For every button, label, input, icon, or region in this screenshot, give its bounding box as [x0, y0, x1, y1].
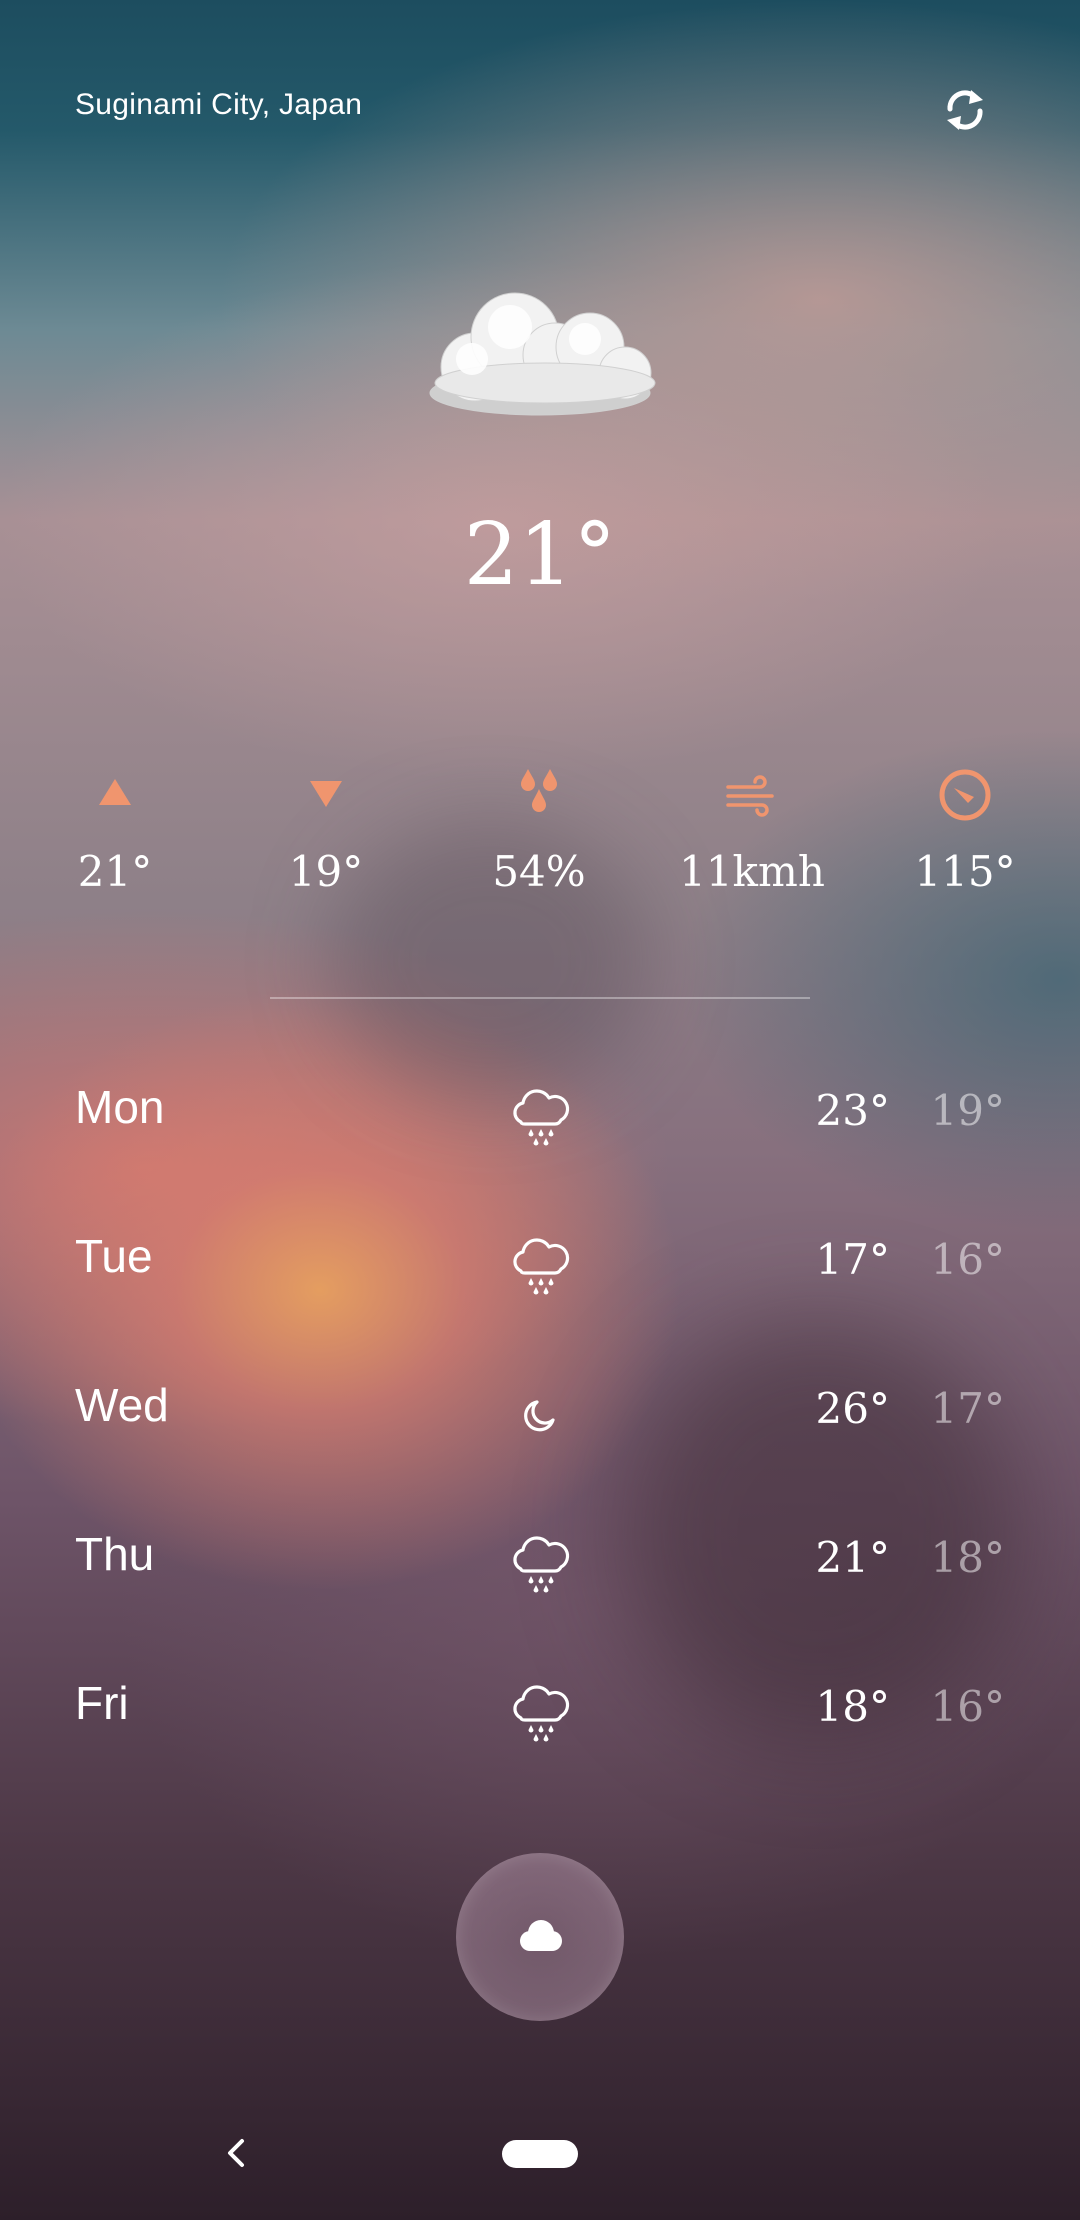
forecast-high: 18°	[815, 1682, 890, 1731]
forecast-day: Mon	[75, 1081, 165, 1133]
triangle-down-icon	[310, 781, 342, 807]
stat-low-temp: 19°	[241, 765, 411, 896]
forecast-high: 21°	[815, 1533, 890, 1582]
rain-cloud-icon	[513, 1685, 570, 1742]
cloud-icon	[429, 292, 656, 416]
back-chevron-icon	[228, 2139, 244, 2167]
forecast-row: Tue 17° 16°	[0, 1209, 1080, 1329]
compass-icon	[939, 769, 991, 821]
forecast-high: 17°	[815, 1235, 890, 1284]
refresh-button[interactable]	[937, 82, 993, 138]
current-weather-cloud-icon	[410, 275, 670, 435]
forecast-row: Fri 18° 16°	[0, 1656, 1080, 1776]
rain-cloud-icon	[513, 1238, 570, 1295]
stat-value: 21°	[77, 847, 153, 896]
rain-cloud-icon	[513, 1089, 570, 1146]
refresh-icon	[947, 90, 983, 130]
forecast-row: Wed 26° 17°	[0, 1358, 1080, 1478]
current-temperature: 21°	[463, 505, 617, 605]
forecast-low: 16°	[930, 1682, 1005, 1731]
rain-cloud-icon	[513, 1536, 570, 1593]
forecast-low: 17°	[930, 1384, 1005, 1433]
stat-value: 115°	[914, 847, 1016, 896]
stat-value: 11kmh	[679, 847, 825, 896]
back-button[interactable]	[218, 2133, 254, 2173]
forecast-day: Fri	[75, 1677, 129, 1729]
wind-icon	[726, 775, 774, 817]
triangle-up-icon	[99, 779, 131, 805]
location-label: Suginami City, Japan	[75, 88, 363, 121]
forecast-day: Thu	[75, 1528, 155, 1580]
forecast-low: 16°	[930, 1235, 1005, 1284]
weather-fab-button[interactable]	[456, 1853, 624, 2021]
stat-value: 54%	[492, 847, 586, 896]
stat-wind: 11kmh	[667, 765, 837, 896]
forecast-row: Thu 21° 18°	[0, 1507, 1080, 1627]
droplets-icon	[521, 769, 557, 812]
stat-wind-direction: 115°	[880, 765, 1050, 896]
forecast-low: 19°	[930, 1086, 1005, 1135]
forecast-day: Tue	[75, 1230, 153, 1282]
home-pill-button[interactable]	[502, 2140, 578, 2168]
forecast-low: 18°	[930, 1533, 1005, 1582]
forecast-row: Mon 23° 19°	[0, 1060, 1080, 1180]
forecast-high: 23°	[815, 1086, 890, 1135]
stat-high-temp: 21°	[30, 765, 200, 896]
forecast-day: Wed	[75, 1379, 169, 1431]
divider	[270, 997, 810, 999]
cloud-icon	[520, 1920, 562, 1951]
stat-value: 19°	[288, 847, 364, 896]
stat-humidity: 54%	[454, 765, 624, 896]
forecast-high: 26°	[815, 1384, 890, 1433]
moon-icon	[524, 1400, 555, 1432]
